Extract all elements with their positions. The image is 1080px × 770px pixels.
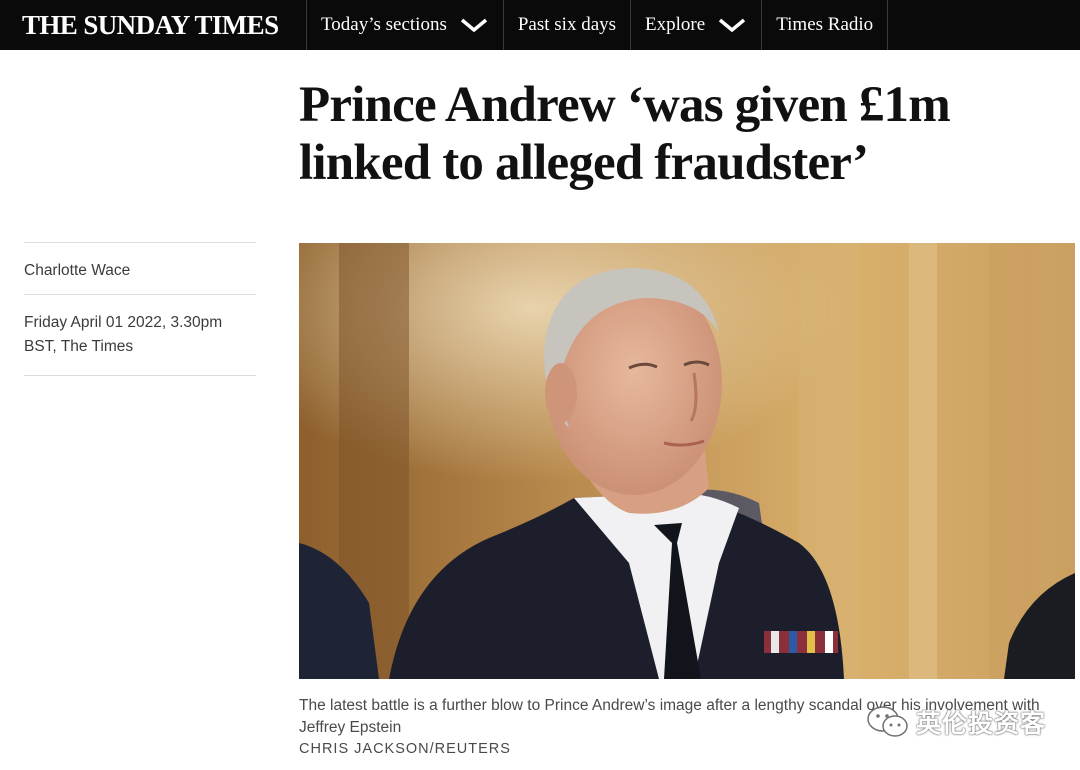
image-credit: CHRIS JACKSON/REUTERS: [299, 741, 511, 757]
nav-label: Times Radio: [776, 14, 874, 35]
author-name[interactable]: Charlotte Wace: [24, 242, 256, 294]
watermark-text: 英伦投资客: [916, 710, 1047, 738]
nav-label: Explore: [645, 14, 706, 35]
article-headline: Prince Andrew ‘was given £1m linked to a…: [299, 77, 951, 191]
nav-times-radio[interactable]: Times Radio: [761, 0, 889, 50]
nav-label: Past six days: [517, 14, 617, 35]
chevron-down-icon: [717, 15, 747, 35]
chevron-down-icon: [459, 15, 489, 35]
watermark: 英伦投资客: [866, 704, 1046, 740]
wechat-icon: [866, 704, 910, 740]
masthead-logo[interactable]: THE SUNDAY TIMES: [0, 0, 306, 50]
article-meta: Charlotte Wace Friday April 01 2022, 3.3…: [24, 242, 256, 376]
nav-past-six-days[interactable]: Past six days: [502, 0, 630, 50]
publish-date: Friday April 01 2022, 3.30pm BST, The Ti…: [24, 294, 256, 376]
top-nav: THE SUNDAY TIMES Today’s sections Past s…: [0, 0, 1080, 50]
article-hero-image: [299, 243, 1075, 679]
nav-todays-sections[interactable]: Today’s sections: [306, 0, 503, 50]
nav-label: Today’s sections: [321, 14, 447, 35]
nav-explore[interactable]: Explore: [630, 0, 761, 50]
